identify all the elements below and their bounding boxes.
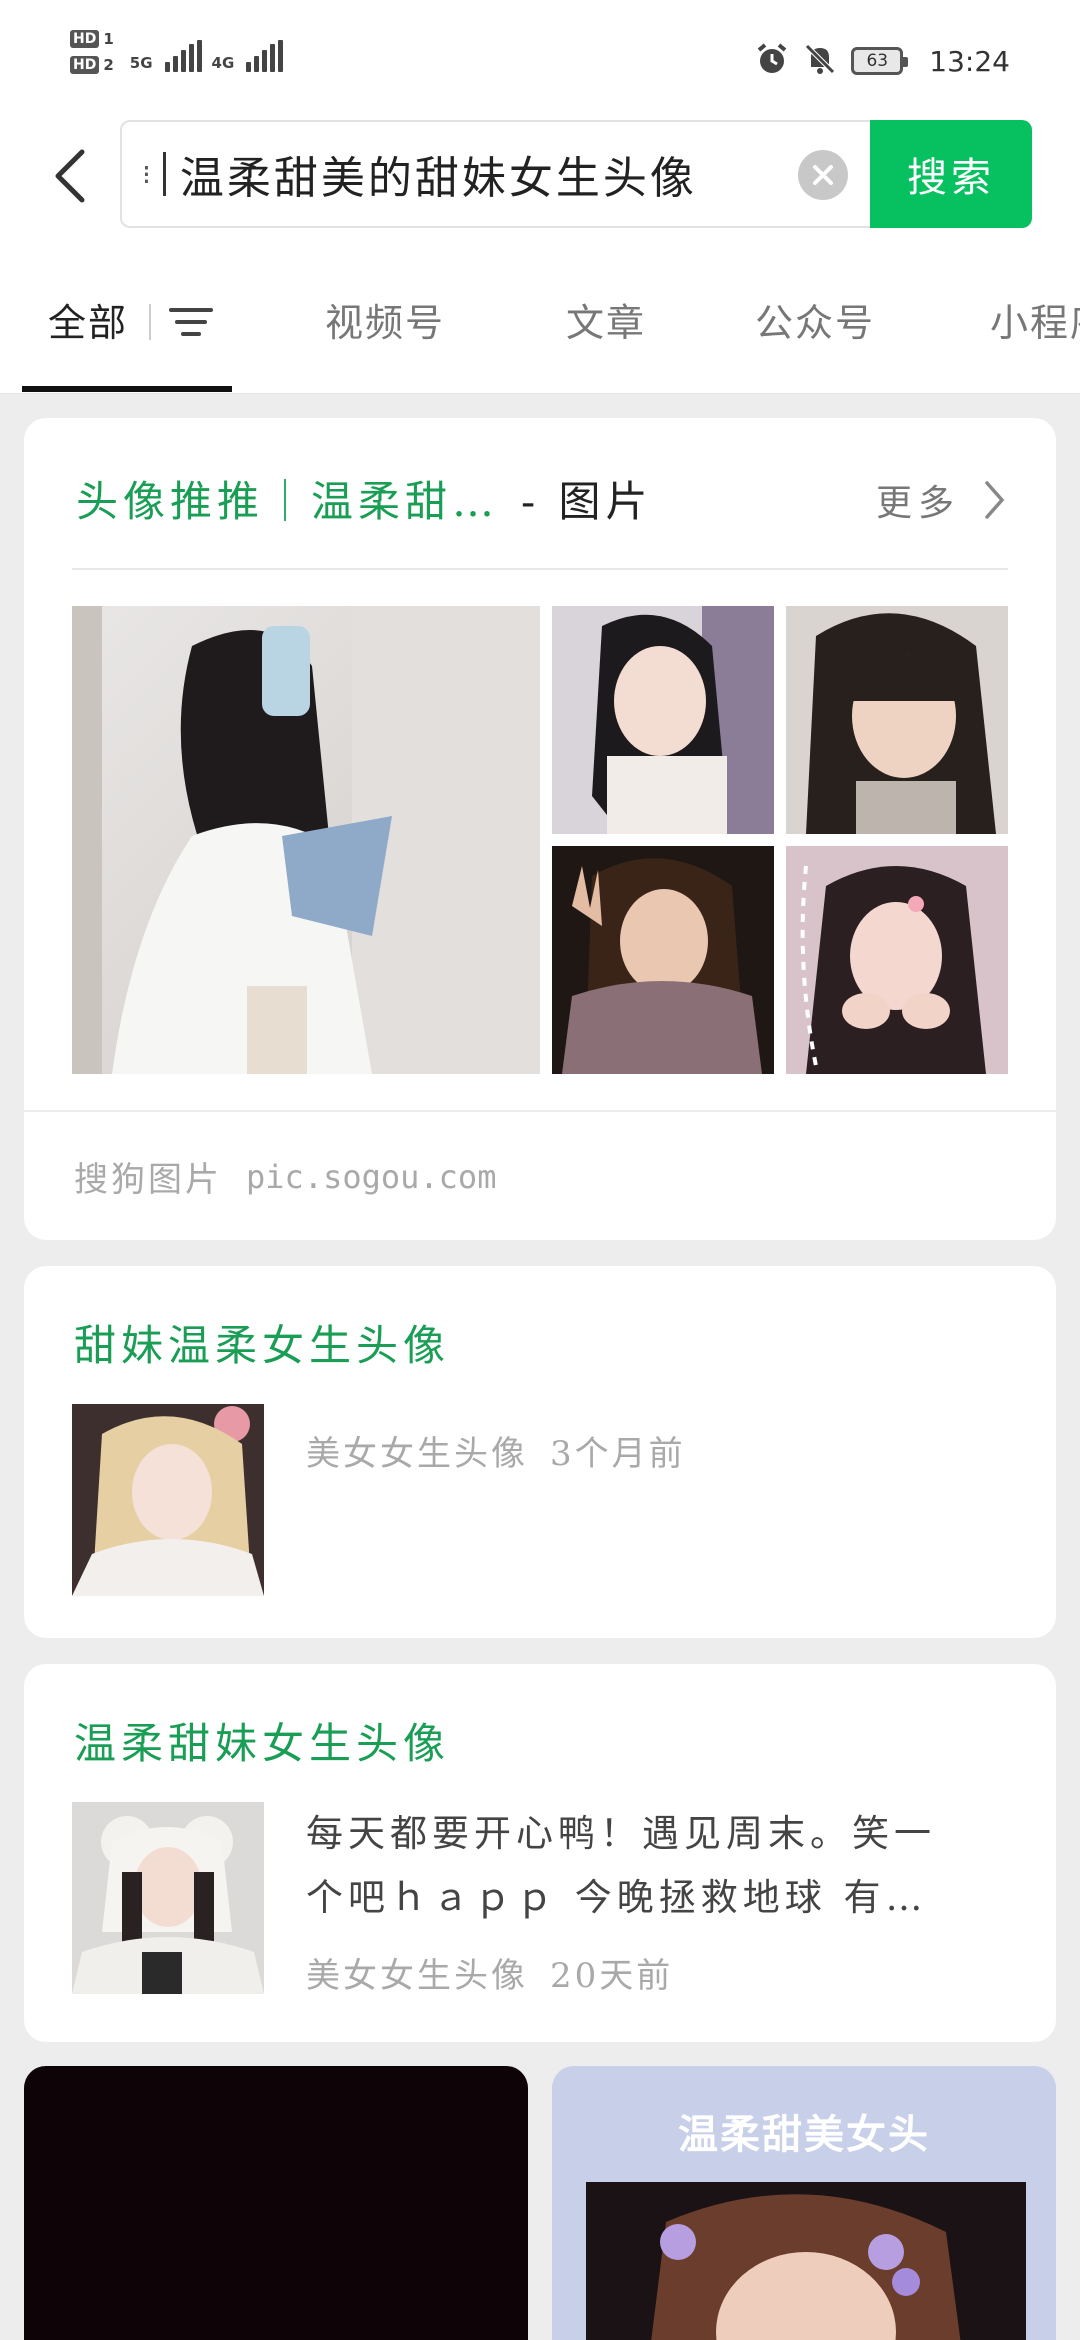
network-4g-label: 4G [211, 54, 235, 72]
signal-bars-icon [246, 40, 284, 72]
image-card-title-suffix: - 图片 [521, 477, 653, 526]
video-card[interactable]: 温柔甜美女头 [552, 2066, 1056, 2340]
article-title[interactable]: 温柔甜妹女生头像 [74, 1710, 450, 1771]
hd-indicator-2: HD 2 [70, 56, 114, 74]
status-bar: HD 1 HD 2 5G 4G 63 13:24 [0, 0, 1080, 120]
chevron-right-icon [985, 481, 1005, 519]
search-input[interactable]: ⁝ 温柔甜美的甜妹女生头像 [120, 120, 870, 228]
video-overlay-text: 温柔甜美女头 [678, 2113, 930, 2157]
video-thumbnail [586, 2182, 1026, 2340]
more-label: 更多 [875, 483, 960, 524]
result-image[interactable] [552, 606, 774, 834]
hd-indicator-1: HD 1 [70, 30, 114, 48]
battery-icon: 63 [851, 47, 909, 75]
tab-mini-programs[interactable]: 小程序 [990, 292, 1080, 347]
clock: 13:24 [929, 44, 1010, 78]
search-button[interactable]: 搜索 [870, 120, 1032, 228]
result-image[interactable] [552, 846, 774, 1074]
result-image[interactable] [72, 606, 540, 1074]
alarm-icon [755, 42, 789, 80]
overflow-indicator: ⁝ [142, 157, 151, 191]
back-button[interactable] [40, 146, 100, 206]
filter-icon [169, 308, 213, 336]
article-account: 美女女生头像 [306, 1956, 528, 1996]
article-account: 美女女生头像 [306, 1434, 528, 1474]
close-icon [813, 165, 833, 185]
tab-articles[interactable]: 文章 [566, 292, 646, 347]
tab-official-accounts[interactable]: 公众号 [755, 292, 875, 347]
active-tab-indicator [22, 386, 232, 392]
tab-divider [149, 304, 151, 340]
mute-bell-icon [803, 42, 837, 80]
source-url[interactable]: pic.sogou.com [246, 1158, 496, 1196]
video-card[interactable] [24, 2066, 528, 2340]
article-snippet-line: 每天都要开心鸭！遇见周末。笑一 [306, 1812, 936, 1855]
tab-channels[interactable]: 视频号 [325, 292, 445, 347]
search-query-text[interactable]: 温柔甜美的甜妹女生头像 [180, 142, 750, 206]
article-thumbnail[interactable] [72, 1802, 264, 1994]
signal-bars-icon [164, 40, 202, 72]
more-link[interactable]: 更多 [876, 474, 1006, 526]
article-title[interactable]: 甜妹温柔女生头像 [74, 1312, 450, 1373]
article-snippet-line: 个吧ｈａｐｐ 今晚拯救地球 有… [306, 1876, 928, 1919]
article-time: 20天前 [550, 1956, 674, 1996]
article-thumbnail[interactable] [72, 1404, 264, 1596]
divider [24, 1110, 1056, 1112]
divider [72, 568, 1008, 570]
tab-all[interactable]: 全部 [48, 292, 128, 347]
back-arrow-icon [55, 149, 85, 203]
battery-level: 63 [866, 51, 889, 71]
article-card[interactable]: 甜妹温柔女生头像 美女女生头像 3个月前 [24, 1266, 1056, 1638]
article-time: 3个月前 [550, 1434, 686, 1474]
image-card-title[interactable]: 头像推推｜温柔甜… [76, 468, 499, 529]
source-name: 搜狗图片 [74, 1160, 222, 1200]
filter-button[interactable] [168, 304, 214, 344]
search-header: ⁝ 温柔甜美的甜妹女生头像 搜索 [0, 120, 1080, 244]
article-card[interactable]: 温柔甜妹女生头像 每天都要开心鸭！遇见周末。笑一 个吧ｈａｐｐ 今晚拯救地球 有… [24, 1664, 1056, 2042]
result-image[interactable] [786, 846, 1008, 1074]
category-tabs: 全部 视频号 文章 公众号 小程序 [0, 244, 1080, 394]
image-results-card[interactable]: 头像推推｜温柔甜… - 图片 更多 搜狗图片 pic.sogou.com [24, 418, 1056, 1240]
clear-input-button[interactable] [798, 150, 848, 200]
text-caret [162, 152, 166, 196]
network-5g-label: 5G [129, 54, 153, 72]
result-image[interactable] [786, 606, 1008, 834]
